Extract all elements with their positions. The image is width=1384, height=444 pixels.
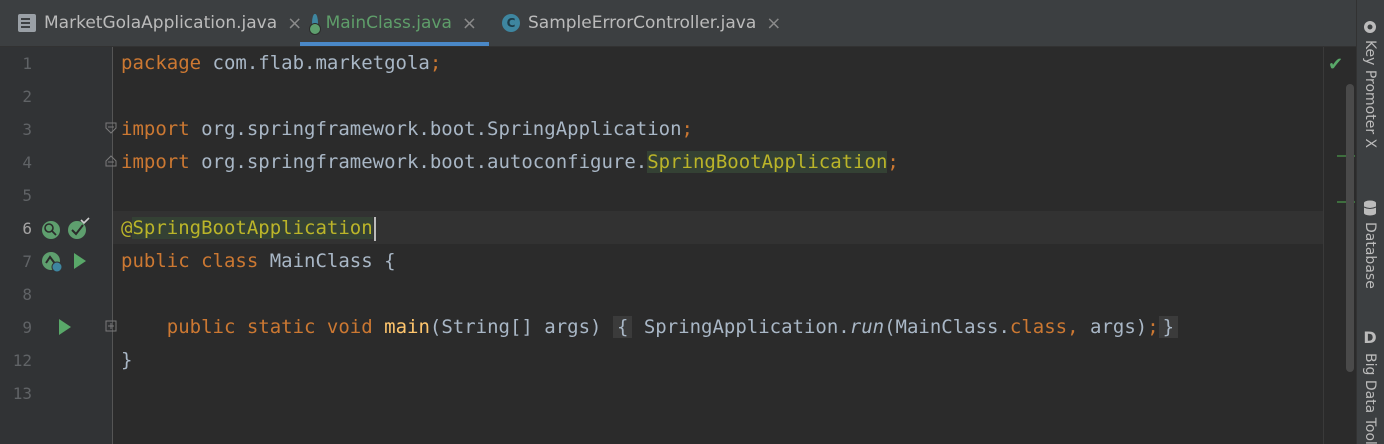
tab-marketgola-application[interactable]: MarketGolaApplication.java × — [18, 0, 302, 46]
annotation-at: @ — [121, 217, 133, 239]
code-line-12: } — [121, 344, 132, 377]
line-number: 1 — [22, 54, 32, 73]
line-number: 4 — [22, 153, 32, 172]
keyword: public static void — [166, 316, 373, 338]
call-args: (MainClass. — [884, 316, 1010, 338]
annotation: SpringBootApplication — [132, 217, 373, 239]
code-line-1: package com.flab.marketgola; — [121, 47, 441, 80]
highlighted-identifier: SpringBootApplication — [647, 151, 888, 173]
spring-class-icon — [308, 14, 320, 35]
closing-brace: } — [121, 349, 133, 371]
editor-tab-bar: MarketGolaApplication.java × MainClass.j… — [0, 0, 1356, 47]
package-name: com.flab.marketgola — [201, 52, 430, 74]
keyword: import — [121, 118, 190, 140]
code-line-6: @SpringBootApplication — [121, 212, 376, 245]
panel-label: Key Promoter X — [1362, 40, 1378, 149]
file-icon — [18, 14, 36, 32]
line-number: 3 — [22, 120, 32, 139]
panel-label: Big Data Tools — [1362, 353, 1378, 444]
vertical-scrollbar[interactable] — [1346, 84, 1354, 372]
close-icon[interactable]: × — [766, 13, 781, 34]
keyword: class, — [1009, 316, 1090, 338]
line-number: 6 — [22, 219, 32, 238]
class-icon: C — [502, 14, 520, 32]
tab-label: SampleErrorController.java — [528, 13, 757, 33]
line-number: 13 — [12, 384, 32, 403]
folded-brace-close[interactable]: } — [1158, 316, 1179, 338]
line-number: 8 — [22, 285, 32, 304]
run-icon[interactable] — [72, 252, 88, 270]
big-data-tools-icon: D — [1363, 328, 1377, 347]
method-params: (String[] args) — [429, 316, 602, 338]
import-path: org.springframework.boot.SpringApplicati… — [189, 118, 682, 140]
line-number: 5 — [22, 186, 32, 205]
keyword: package — [121, 52, 202, 74]
editor-right-border — [1323, 47, 1324, 444]
line-number: 12 — [12, 351, 32, 370]
semicolon: ; — [429, 52, 442, 74]
database-panel-button[interactable]: Database — [1357, 200, 1383, 300]
text-caret — [373, 216, 376, 241]
code-line-3: import org.springframework.boot.SpringAp… — [121, 113, 693, 146]
panel-label: Database — [1362, 222, 1378, 289]
code-line-4: import org.springframework.boot.autoconf… — [121, 146, 899, 179]
big-data-tools-panel-button[interactable]: D Big Data Tools — [1357, 328, 1383, 444]
tab-sample-error-controller[interactable]: C SampleErrorController.java × — [502, 0, 781, 46]
call-args: args) — [1090, 316, 1148, 338]
spring-config-icon[interactable] — [40, 250, 66, 276]
method-call: run — [849, 316, 885, 338]
code-editor[interactable]: package com.flab.marketgola; import org.… — [113, 47, 1323, 444]
folded-brace-open[interactable]: { — [612, 316, 633, 338]
keyword: public class — [121, 250, 259, 272]
code-line-7: public class MainClass { — [121, 245, 396, 278]
class-declaration: MainClass { — [258, 250, 396, 272]
spring-bean-icon[interactable] — [66, 217, 90, 241]
no-problems-check-icon[interactable]: ✔ — [1328, 54, 1343, 75]
line-number: 9 — [22, 318, 32, 337]
database-icon — [1363, 200, 1377, 216]
semicolon: ; — [681, 118, 693, 140]
editor-gutter: 1 2 3 4 5 6 7 8 9 12 13 — [0, 47, 112, 444]
import-path: org.springframework.boot.autoconfigure. — [189, 151, 648, 173]
keyword: import — [121, 151, 190, 173]
line-number: 7 — [22, 252, 32, 271]
tab-label: MainClass.java — [325, 13, 452, 33]
line-number: 2 — [22, 87, 32, 106]
method-name: main — [384, 316, 430, 338]
semicolon: ; — [887, 151, 899, 173]
key-promoter-icon — [1364, 21, 1376, 33]
close-icon[interactable]: × — [462, 13, 477, 34]
run-main-icon[interactable] — [57, 318, 73, 336]
tab-label: MarketGolaApplication.java — [44, 13, 278, 33]
semicolon: ; — [1147, 316, 1159, 338]
call-target: SpringApplication. — [643, 316, 850, 338]
find-usages-icon[interactable] — [40, 219, 64, 241]
code-line-9: public static void main(String[] args) {… — [121, 311, 1179, 344]
key-promoter-panel-button[interactable]: Key Promoter X — [1357, 20, 1383, 170]
tab-main-class[interactable]: MainClass.java × — [300, 0, 489, 46]
